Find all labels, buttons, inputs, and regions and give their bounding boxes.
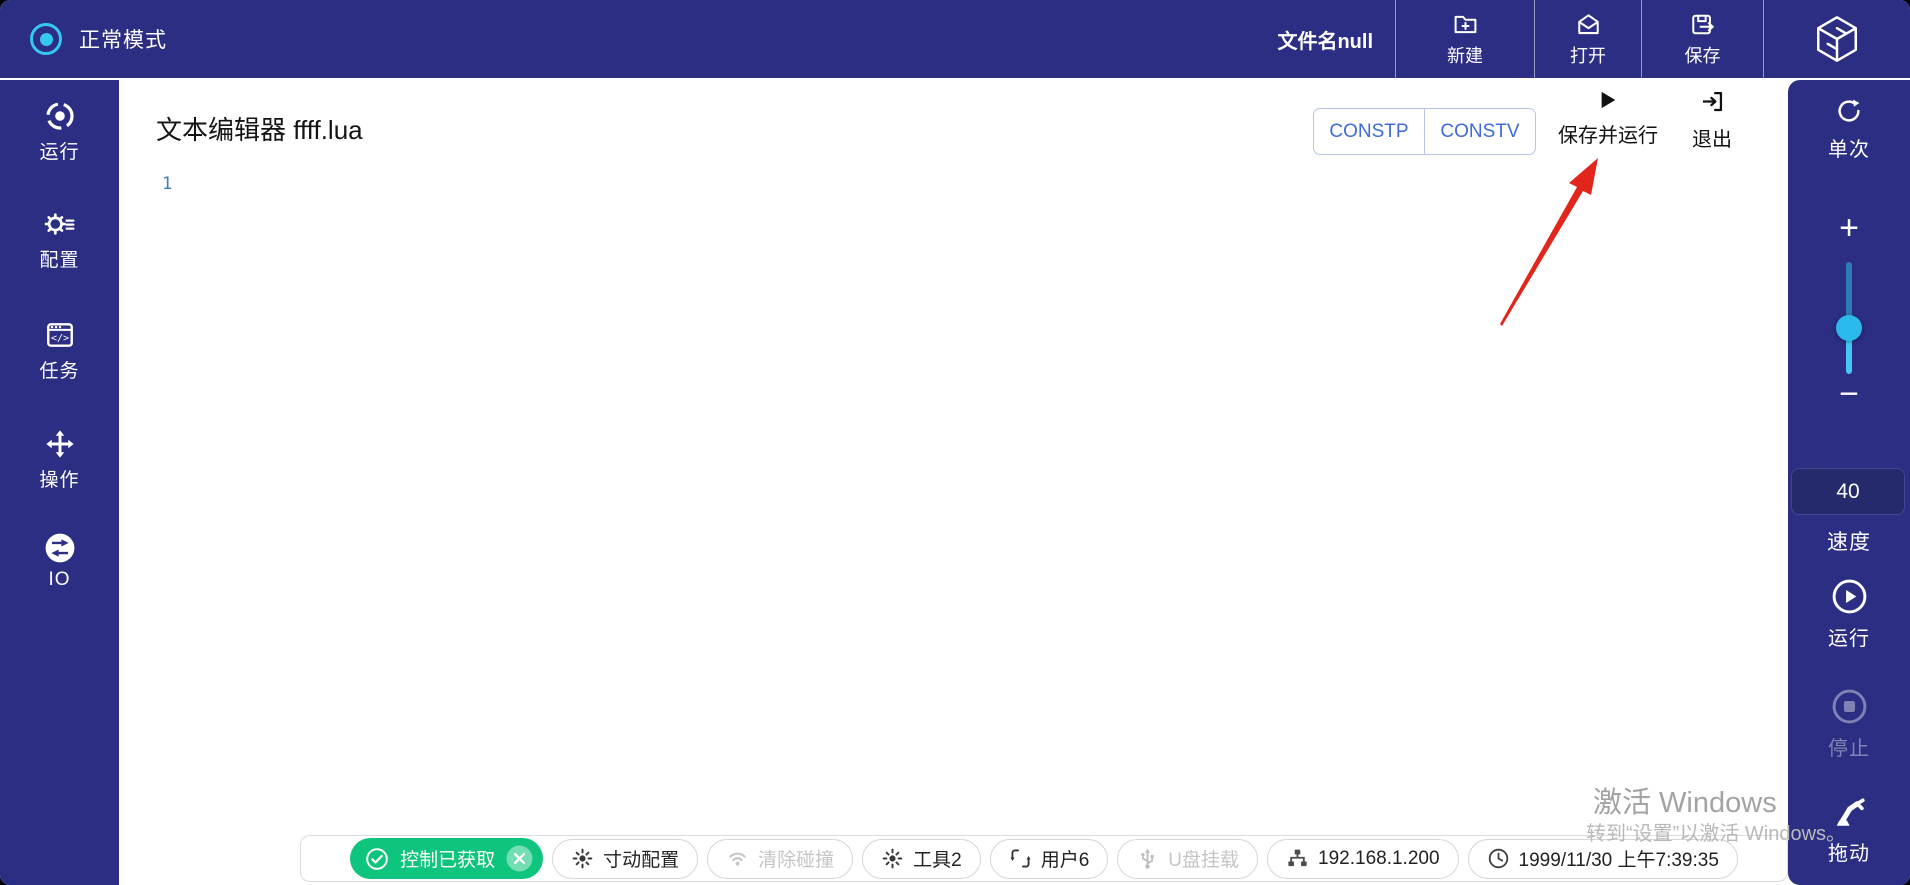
right-sidebar: 单次 + − 40 速度 运行 停止 <box>1788 80 1910 885</box>
const-button-group: CONSTP CONSTV <box>1313 108 1536 155</box>
cube-logo-icon <box>1811 13 1863 65</box>
exit-icon <box>1699 88 1726 115</box>
robot-arm-icon <box>1831 794 1867 830</box>
single-cycle-button[interactable]: 单次 <box>1788 96 1910 162</box>
run-button[interactable]: 运行 <box>1788 578 1910 651</box>
stop-button[interactable]: 停止 <box>1788 688 1910 761</box>
usb-mount-button[interactable]: U盘挂载 <box>1117 839 1258 879</box>
exit-button[interactable]: 退出 <box>1680 88 1744 152</box>
constv-button[interactable]: CONSTV <box>1424 109 1535 154</box>
single-cycle-icon <box>1834 96 1864 126</box>
stop-circle-icon <box>1831 688 1868 725</box>
speed-slider <box>1788 262 1910 374</box>
speed-label: 速度 <box>1788 526 1910 556</box>
sidebar-item-label: 配置 <box>39 245 79 272</box>
brand-logo <box>1763 0 1910 78</box>
play-icon <box>1598 90 1618 110</box>
collision-signal-icon <box>726 847 749 870</box>
usb-mount-label: U盘挂载 <box>1168 845 1239 872</box>
mode-indicator[interactable]: 正常模式 <box>0 23 167 55</box>
move-arrows-icon <box>44 428 76 460</box>
sidebar-item-label: 操作 <box>39 465 79 492</box>
exit-label: 退出 <box>1692 123 1732 152</box>
sidebar-item-label: 运行 <box>39 137 79 164</box>
speed-increase-button[interactable]: + <box>1788 210 1910 246</box>
tool-frame-label: 工具2 <box>913 845 962 872</box>
code-window-icon: </> <box>44 319 76 351</box>
mode-label: 正常模式 <box>79 24 167 54</box>
sidebar-item-task[interactable]: </> 任务 <box>0 319 119 383</box>
sidebar-item-operate[interactable]: 操作 <box>0 428 119 492</box>
stop-label: 停止 <box>1828 732 1870 761</box>
jog-config-icon <box>571 847 594 870</box>
drag-mode-label: 拖动 <box>1828 837 1870 866</box>
tool-frame-icon <box>881 847 904 870</box>
save-and-run-label: 保存并运行 <box>1558 119 1658 148</box>
datetime-label: 1999/11/30 上午7:39:35 <box>1519 845 1719 872</box>
page-title: 文本编辑器 ffff.lua <box>156 110 363 147</box>
sidebar-item-io[interactable]: IO <box>0 532 119 591</box>
editor-line-number: 1 <box>162 174 172 194</box>
release-control-close-icon[interactable] <box>506 845 533 872</box>
play-circle-icon <box>1831 578 1868 615</box>
run-target-icon <box>44 100 76 132</box>
folder-plus-icon <box>1452 11 1479 38</box>
speed-decrease-button[interactable]: − <box>1788 376 1910 412</box>
windows-activation-watermark-title: 激活 Windows <box>1593 779 1777 821</box>
sidebar-item-config[interactable]: 配置 <box>0 208 119 272</box>
app-window: 正常模式 文件名null 新建 打开 保存 <box>0 0 1910 885</box>
clear-collision-label: 清除碰撞 <box>758 845 834 872</box>
user-frame-label: 用户6 <box>1041 845 1090 872</box>
ip-address-button[interactable]: 192.168.1.200 <box>1267 839 1459 879</box>
control-acquired-label: 控制已获取 <box>400 845 495 872</box>
clear-collision-button[interactable]: 清除碰撞 <box>707 839 853 879</box>
io-exchange-icon <box>44 532 76 564</box>
sidebar-item-label: 任务 <box>39 356 79 383</box>
top-bar: 正常模式 文件名null 新建 打开 保存 <box>0 0 1910 78</box>
sidebar-item-run[interactable]: 运行 <box>0 100 119 164</box>
open-file-label: 打开 <box>1570 42 1606 68</box>
gear-settings-icon <box>44 208 76 240</box>
new-file-button[interactable]: 新建 <box>1395 0 1534 78</box>
save-file-label: 保存 <box>1685 42 1721 68</box>
new-file-label: 新建 <box>1447 42 1483 68</box>
constp-button[interactable]: CONSTP <box>1314 109 1424 154</box>
datetime-button[interactable]: 1999/11/30 上午7:39:35 <box>1468 839 1738 879</box>
sidebar-item-label: IO <box>48 569 70 591</box>
drag-mode-button[interactable]: 拖动 <box>1788 794 1910 866</box>
save-file-button[interactable]: 保存 <box>1641 0 1763 78</box>
save-icon <box>1689 11 1716 38</box>
clock-icon <box>1487 847 1510 870</box>
open-file-icon <box>1575 11 1602 38</box>
svg-text:</>: </> <box>50 333 68 344</box>
jog-config-button[interactable]: 寸动配置 <box>552 839 698 879</box>
single-cycle-label: 单次 <box>1828 133 1870 162</box>
ip-address-label: 192.168.1.200 <box>1318 848 1440 870</box>
tool-frame-button[interactable]: 工具2 <box>862 839 981 879</box>
open-file-button[interactable]: 打开 <box>1534 0 1641 78</box>
user-frame-rotate-icon <box>1009 847 1032 870</box>
usb-icon <box>1136 847 1159 870</box>
left-sidebar: 运行 配置 </> 任务 <box>0 80 119 885</box>
filename-label: 文件名null <box>1277 25 1373 54</box>
mode-radio-icon <box>30 23 62 55</box>
status-bar: 控制已获取 寸动配置 清除碰撞 <box>300 835 1788 882</box>
save-and-run-button[interactable]: 保存并运行 <box>1549 90 1667 148</box>
speed-value-display: 40 <box>1791 468 1905 515</box>
check-circle-icon <box>365 847 389 871</box>
network-icon <box>1286 847 1309 870</box>
run-label: 运行 <box>1828 622 1870 651</box>
jog-config-label: 寸动配置 <box>603 845 679 872</box>
user-frame-button[interactable]: 用户6 <box>990 839 1109 879</box>
control-acquired-badge[interactable]: 控制已获取 <box>350 838 543 879</box>
slider-thumb[interactable] <box>1836 315 1862 341</box>
